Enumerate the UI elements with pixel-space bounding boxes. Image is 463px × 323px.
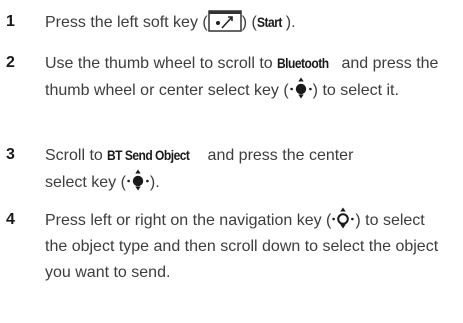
navigation-key-icon [332,207,355,229]
keyword: BT Send Object [107,147,190,163]
step-text-part: Press the left soft key ( [45,14,208,31]
step-number: 4 [6,211,15,228]
center-select-key-icon [289,77,312,99]
keyword: Bluetooth [277,55,329,71]
step-text-part: ). [285,14,296,31]
step-number: 2 [6,54,15,71]
step-text-part: Press left or right on the navigation ke… [45,212,332,229]
keyword: Start [256,14,282,30]
step-text-part: ). [149,174,160,191]
step-text: Press the left soft key ( ) (Start). [45,9,450,36]
step-text: Use the thumb wheel to scroll to Bluetoo… [45,50,450,104]
soft-key-icon [207,10,242,32]
step-text-part: ) to select it. [312,82,399,99]
instruction-list: 1 Press the left soft key () (Start). 2 … [0,0,463,323]
step-text: Press left or right on the navigation ke… [45,207,445,286]
step-text: Scroll to BT Send Object and press the c… [45,142,375,196]
step-number: 3 [6,146,15,163]
center-select-key-icon [127,169,149,191]
step-text-part: Use the thumb wheel to scroll to [45,55,278,72]
step-text-part: Scroll to [45,147,108,164]
step-text-part: ) ( [241,14,257,31]
step-number: 1 [6,13,15,30]
